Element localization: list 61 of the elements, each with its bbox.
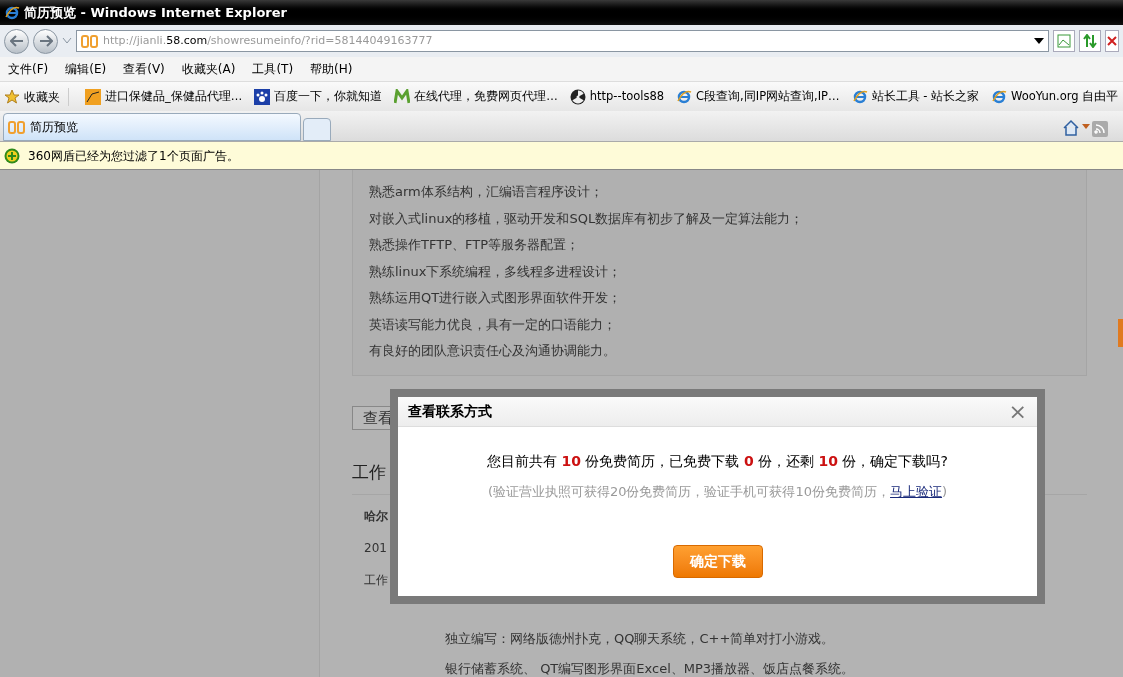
favorite-link[interactable]: 进口保健品_保健品代理… — [105, 87, 243, 106]
skill-line: 熟练运用QT进行嵌入式图形界面软件开发； — [369, 289, 623, 307]
favorite-link[interactable]: 在线代理，免费网页代理… — [414, 87, 558, 106]
star-icon — [4, 88, 20, 105]
page-icon — [991, 88, 1008, 105]
browser-tab[interactable]: 简历预览 — [3, 113, 301, 141]
site-icon — [85, 88, 101, 105]
project-line: 独立编写：网络版德州扑克，QQ聊天系统，C++简单对打小游戏。 — [445, 629, 836, 648]
shield-plus-icon — [4, 147, 20, 164]
back-arrow-icon — [9, 35, 24, 47]
window-title: 简历预览 - Windows Internet Explorer — [24, 3, 287, 22]
image-icon — [1057, 34, 1071, 48]
menu-item[interactable]: 工具(T) — [252, 60, 294, 78]
dialog-title: 查看联系方式 — [408, 402, 492, 421]
page-icon — [851, 88, 868, 105]
job-label: 工作 — [364, 571, 388, 589]
favorite-link[interactable]: 站长工具 - 站长之家 — [871, 87, 980, 106]
menu-item[interactable]: 帮助(H) — [310, 60, 353, 78]
close-button[interactable]: × — [1008, 400, 1027, 423]
refresh-button[interactable] — [1079, 30, 1101, 52]
site-logo-icon — [81, 34, 99, 48]
favorite-link[interactable]: C段查询,同IP网站查询,IP… — [696, 87, 840, 106]
project-line: 银行储蓄系统、 QT编写图形界面Excel、MP3播放器、饭店点餐系统。 — [445, 660, 856, 677]
skill-line: 有良好的团队意识责任心及沟通协调能力。 — [369, 342, 617, 360]
menu-item[interactable]: 编辑(E) — [65, 60, 107, 78]
favorite-link[interactable]: WooYun.org 自由平 — [1011, 87, 1119, 106]
menu-item[interactable]: 收藏夹(A) — [181, 60, 236, 78]
stop-button[interactable] — [1105, 30, 1119, 52]
skill-line: 熟练linux下系统编程，多线程多进程设计； — [369, 262, 623, 281]
arrows-icon — [1083, 34, 1097, 48]
page-icon — [676, 88, 693, 105]
company-name: 哈尔 — [364, 507, 388, 525]
home-icon[interactable] — [1062, 119, 1080, 137]
back-button[interactable] — [4, 28, 29, 54]
favorite-link[interactable]: http--tools88 — [589, 87, 665, 106]
favorites-button[interactable]: 收藏夹 — [4, 87, 69, 106]
skill-line: 对嵌入式linux的移植，驱动开发和SQL数据库有初步了解及一定算法能力； — [369, 209, 805, 228]
caret-icon[interactable] — [1034, 38, 1044, 44]
skill-line: 熟悉arm体系结构，汇编语言程序设计； — [369, 183, 604, 201]
info-message: 360网盾已经为您过滤了1个页面广告。 — [28, 147, 239, 165]
new-tab-button[interactable] — [303, 118, 331, 141]
compatibility-button[interactable] — [1053, 30, 1075, 52]
feed-icon[interactable] — [1092, 121, 1108, 137]
skill-line: 熟悉操作TFTP、FTP等服务器配置； — [369, 236, 580, 254]
menu-item[interactable]: 查看(V) — [123, 60, 165, 78]
site-logo-icon — [8, 120, 26, 134]
url-text: http://jianli.58.com/showresumeinfo/?rid=58144049163777 — [103, 32, 434, 49]
job-date: 201 — [364, 539, 387, 557]
address-field[interactable]: http://jianli.58.com/showresumeinfo/?rid=58144049163777 — [76, 30, 1049, 52]
skill-line: 英语读写能力优良，具有一定的口语能力； — [369, 315, 617, 334]
browser-icon — [4, 4, 20, 21]
forward-arrow-icon — [38, 35, 53, 47]
dropdown-icon[interactable] — [62, 37, 72, 45]
menu-item[interactable]: 文件(F) — [8, 60, 49, 78]
paw-icon — [254, 88, 271, 105]
close-icon — [1107, 36, 1117, 46]
favorite-link[interactable]: 百度一下，你就知道 — [274, 87, 383, 106]
m-logo-icon — [394, 88, 411, 105]
info-bar[interactable]: 360网盾已经为您过滤了1个页面广告。 — [0, 142, 1123, 170]
radiation-icon — [569, 88, 586, 105]
forward-button[interactable] — [33, 28, 58, 54]
